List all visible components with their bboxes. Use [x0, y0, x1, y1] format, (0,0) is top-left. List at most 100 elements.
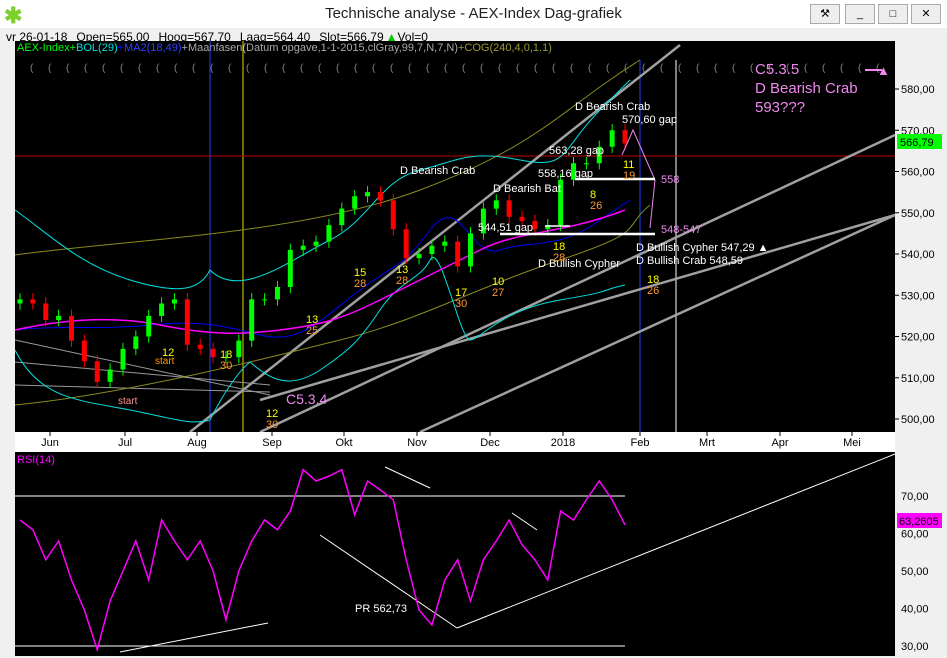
annotation: 570,60 gap	[622, 114, 677, 126]
candle-body	[30, 299, 36, 304]
date-tick-label: Dec	[480, 437, 500, 449]
price-tick-label: 510,00	[901, 373, 935, 385]
date-axis: Jun Jul Aug Sep Okt Nov Dec 2018 Feb Mrt Apr Mei	[15, 432, 895, 452]
count-top: 12	[162, 347, 174, 359]
annotation: D Bearish Crab	[755, 80, 858, 97]
rsi-tick-label: 60,00	[901, 529, 929, 541]
count-bottom: 19	[623, 170, 635, 182]
annotation: 563,28 gap	[549, 145, 604, 157]
date-tick-label: Mei	[843, 437, 861, 449]
candle-body	[159, 303, 165, 316]
candle-body	[43, 303, 49, 320]
candle-body	[326, 225, 332, 242]
window-title: Technische analyse - AEX-Index Dag-grafi…	[325, 5, 622, 22]
rsi-axis: 30,00 40,00 50,00 60,00 70,00	[895, 452, 947, 656]
annotation: 544,51 gap	[478, 222, 533, 234]
candle-body	[429, 245, 435, 254]
candle-body	[455, 241, 461, 267]
candle-body	[184, 299, 190, 345]
title-bar: ✱ Technische analyse - AEX-Index Dag-gra…	[0, 0, 947, 28]
price-tick-label: 530,00	[901, 290, 935, 302]
annotation: D Bullish Cypher 547,29 ▲	[636, 242, 769, 254]
annotation: D Bullish Cypher	[538, 258, 620, 270]
candle-body	[365, 192, 371, 197]
date-tick-label: Jul	[118, 437, 132, 449]
annotation: start	[118, 396, 138, 407]
price-tick-label: 500,00	[901, 414, 935, 426]
candle-body	[506, 200, 512, 217]
candle-body	[56, 315, 62, 320]
last-price-value: 566,79	[900, 137, 934, 149]
count-bottom: 26	[590, 200, 602, 212]
date-tick-label: Sep	[262, 437, 282, 449]
candle-body	[249, 299, 255, 341]
candle-body	[339, 208, 345, 226]
date-tick-label: Aug	[187, 437, 207, 449]
price-tick-label: 550,00	[901, 208, 935, 220]
candle-body	[94, 361, 100, 382]
annotation: D Bullish Crab 548,59	[636, 255, 743, 267]
candle-body	[133, 336, 139, 349]
annotation: 548-547	[661, 224, 701, 236]
annotation: D Bearish Crab	[400, 165, 475, 177]
candle-body	[17, 299, 23, 304]
count-bottom: 30	[455, 298, 467, 310]
annotation: 558	[661, 174, 679, 186]
annotation: D Bearish Bat	[493, 183, 561, 195]
count-bottom: 30	[266, 419, 278, 431]
date-tick-label: Feb	[631, 437, 650, 449]
rsi-annotation: PR 562,73	[355, 603, 407, 615]
count-bottom: 26	[647, 285, 659, 297]
annotation: C5.3.5	[755, 61, 799, 78]
count-bottom: 28	[396, 275, 408, 287]
rsi-tick-label: 50,00	[901, 566, 929, 578]
candle-body	[442, 241, 448, 246]
candle-body	[493, 200, 499, 209]
candle-body	[583, 163, 589, 165]
tools-button[interactable]: ⚒	[810, 4, 840, 24]
rsi-legend: RSI(14)	[17, 454, 55, 466]
candle-body	[519, 216, 525, 221]
candle-body	[313, 241, 319, 246]
candle-body	[416, 254, 422, 259]
count-bottom: 27	[492, 287, 504, 299]
annotation: C5.3.4	[286, 391, 327, 407]
candle-body	[146, 315, 152, 337]
count-bottom: 28	[354, 278, 366, 290]
maximize-button[interactable]: □	[878, 4, 908, 24]
date-tick-label: 2018	[551, 437, 575, 449]
candle-body	[81, 340, 87, 362]
legend: AEX-Index+BOL(29)+MA2(18,49)+Maanfasen(D…	[17, 42, 552, 54]
candle-body	[377, 192, 383, 201]
rsi-tick-label: 70,00	[901, 491, 929, 503]
price-tick-label: 540,00	[901, 249, 935, 261]
close-button[interactable]: ✕	[911, 4, 941, 24]
candle-body	[197, 344, 203, 349]
candle-body	[107, 369, 113, 382]
date-tick-label: Nov	[407, 437, 427, 449]
candle-body	[532, 221, 538, 230]
annotation: 558,16 gap	[538, 168, 593, 180]
date-tick-label: Okt	[335, 437, 352, 449]
count-bottom: 28	[553, 252, 565, 264]
rsi-last-value: 63,2605	[899, 516, 939, 528]
candle-body	[468, 233, 474, 267]
candle-body	[68, 315, 74, 341]
candle-body	[171, 299, 177, 304]
price-tick-label: 560,00	[901, 167, 935, 179]
candle-body	[287, 249, 293, 287]
date-tick-label: Apr	[771, 437, 788, 449]
candle-body	[274, 287, 280, 300]
minimize-button[interactable]: _	[845, 4, 875, 24]
annotation: 593???	[755, 99, 805, 116]
candle-body	[352, 196, 358, 209]
count-bottom: 30	[220, 360, 232, 372]
rsi-panel[interactable]	[15, 452, 895, 656]
chart-area: AEX-Index+BOL(29)+MA2(18,49)+Maanfasen(D…	[14, 41, 947, 656]
candle-body	[236, 340, 242, 358]
date-tick-label: Mrt	[699, 437, 715, 449]
annotation: D Bearish Crab	[575, 101, 650, 113]
candle-body	[210, 348, 216, 358]
price-tick-label: 520,00	[901, 332, 935, 344]
triangle-marker-icon: ▲	[877, 63, 890, 78]
